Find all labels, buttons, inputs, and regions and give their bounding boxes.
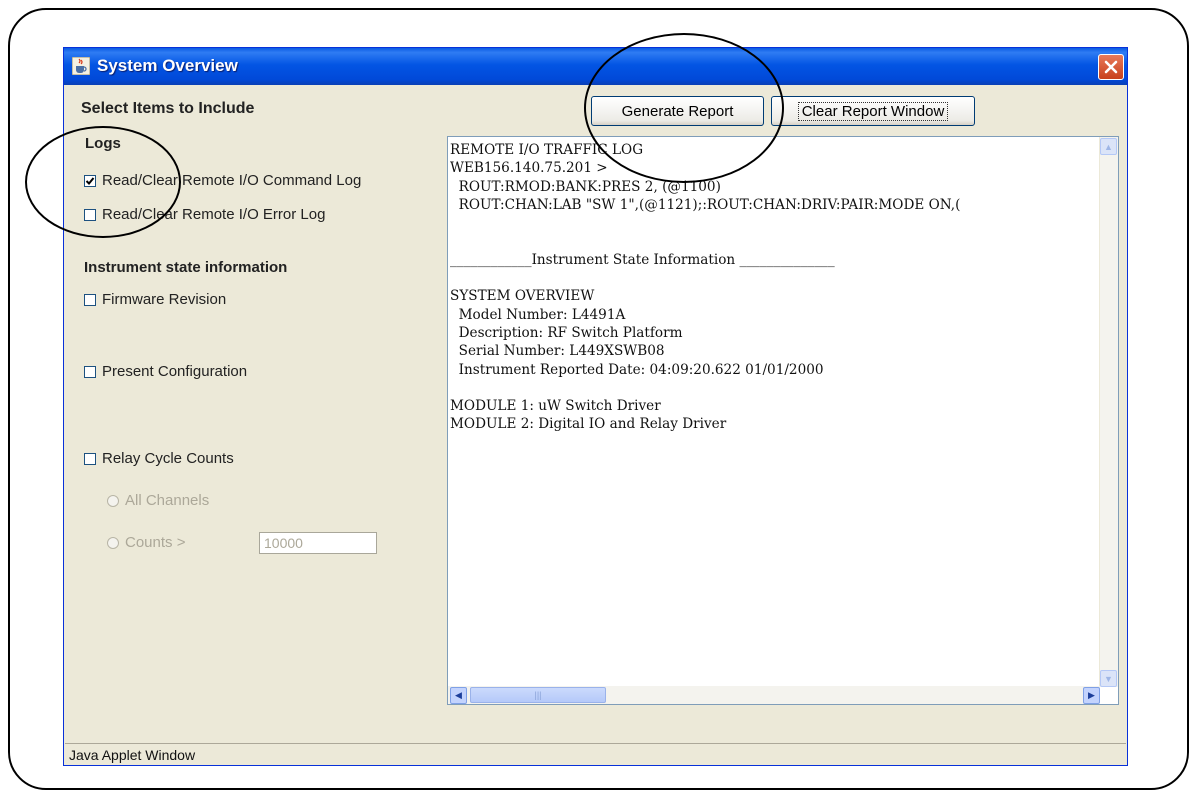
- report-line: Description: RF Switch Platform: [450, 324, 683, 341]
- window-title: System Overview: [97, 56, 238, 75]
- report-window[interactable]: REMOTE I/O TRAFFIC LOG WEB156.140.75.201 …: [447, 136, 1119, 705]
- scroll-down-icon[interactable]: ▼: [1100, 670, 1117, 687]
- counts-radio[interactable]: [107, 536, 119, 549]
- counts-label: Counts >: [125, 534, 186, 551]
- relay-cycle-counts-option[interactable]: Relay Cycle Counts: [84, 450, 234, 467]
- scroll-right-icon[interactable]: ▶: [1083, 687, 1100, 704]
- report-line: [450, 269, 1102, 287]
- report-line: MODULE 1: uW Switch Driver: [450, 398, 661, 415]
- present-configuration-option[interactable]: Present Configuration: [84, 363, 247, 380]
- report-line: [450, 232, 1102, 250]
- firmware-revision-checkbox[interactable]: [84, 293, 96, 306]
- instrument-state-label: Instrument state information: [84, 259, 288, 276]
- report-line: Model Number: L4491A: [450, 306, 626, 323]
- present-configuration-label: Present Configuration: [102, 363, 248, 380]
- report-line: [450, 379, 1102, 397]
- counts-threshold-input[interactable]: 10000: [259, 532, 377, 554]
- firmware-revision-option[interactable]: Firmware Revision: [84, 291, 226, 308]
- report-line: ROUT:CHAN:LAB "SW 1",(@1121);:ROUT:CHAN:…: [450, 196, 961, 213]
- status-bar: Java Applet Window: [65, 743, 1126, 765]
- report-line: SYSTEM OVERVIEW: [450, 288, 595, 305]
- system-overview-window: System Overview Select Items to Include …: [63, 47, 1128, 766]
- close-icon: [1104, 60, 1118, 74]
- vertical-scrollbar[interactable]: ▲ ▼: [1099, 137, 1118, 687]
- report-line: Instrument Reported Date: 04:09:20.622 0…: [450, 361, 824, 378]
- clear-report-window-button[interactable]: Clear Report Window: [771, 96, 975, 126]
- present-configuration-checkbox[interactable]: [84, 365, 96, 378]
- close-button[interactable]: [1098, 54, 1124, 80]
- all-channels-radio[interactable]: [107, 494, 119, 507]
- counts-option[interactable]: Counts >: [107, 534, 185, 551]
- annotation-circle-generate: [584, 33, 784, 183]
- scroll-left-icon[interactable]: ◀: [450, 687, 467, 704]
- relay-cycle-counts-checkbox[interactable]: [84, 452, 96, 465]
- horizontal-scrollbar[interactable]: ◀ ||| ▶: [448, 686, 1100, 704]
- firmware-revision-label: Firmware Revision: [102, 291, 227, 308]
- report-line: MODULE 2: Digital IO and Relay Driver: [450, 416, 727, 433]
- all-channels-label: All Channels: [125, 492, 210, 509]
- report-line: REMOTE I/O TRAFFIC LOG: [450, 142, 644, 158]
- report-line: [450, 214, 1102, 232]
- relay-cycle-counts-label: Relay Cycle Counts: [102, 450, 234, 467]
- report-line: WEB156.140.75.201 >: [450, 160, 608, 177]
- report-line: Serial Number: L449XSWB08: [450, 343, 665, 360]
- scroll-up-icon[interactable]: ▲: [1100, 138, 1117, 155]
- report-text[interactable]: REMOTE I/O TRAFFIC LOG WEB156.140.75.201 …: [448, 141, 1102, 671]
- horizontal-scroll-thumb[interactable]: |||: [470, 687, 606, 703]
- report-line: ____________Instrument State Information…: [450, 251, 835, 268]
- annotation-circle-logs: [25, 126, 181, 238]
- java-cup-icon: [71, 56, 91, 76]
- all-channels-option[interactable]: All Channels: [107, 492, 209, 509]
- select-items-heading: Select Items to Include: [81, 100, 255, 117]
- report-line: ROUT:RMOD:BANK:PRES 2, (@1100): [450, 178, 721, 195]
- clear-report-window-label: Clear Report Window: [797, 101, 949, 121]
